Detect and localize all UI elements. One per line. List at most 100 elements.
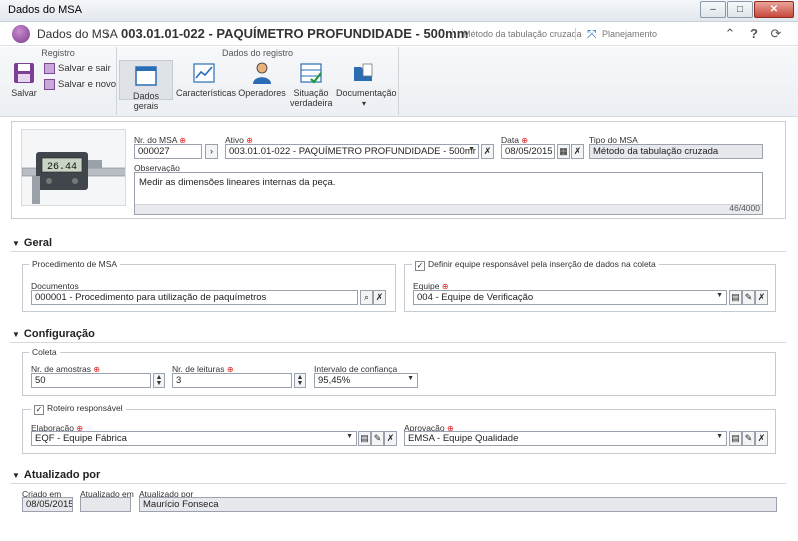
section-divider (10, 483, 786, 484)
ribbon-divider (398, 47, 399, 115)
save-new-button[interactable]: Salvar e novo (44, 79, 116, 90)
section-geral-title: Geral (23, 237, 53, 249)
elaboracao-dropdown-icon[interactable]: ▼ (346, 433, 353, 440)
equipe-checkbox-check-icon[interactable]: ✓ (415, 261, 425, 271)
planning-icon[interactable]: ⤧ (587, 27, 597, 42)
tab-operadores[interactable]: Operadores (238, 61, 286, 98)
tab-caracteristicas[interactable]: Características (176, 61, 236, 98)
intervalo-dropdown-icon[interactable]: ▼ (407, 375, 414, 382)
aprovacao-dropdown-icon[interactable]: ▼ (716, 433, 723, 440)
caliper-display-text: 26.44 (47, 162, 77, 173)
close-button[interactable]: ✕ (754, 1, 794, 18)
page-header: Dados do MSA › 003.01.01-022 - PAQUÍMETR… (0, 22, 798, 46)
equipe-view-icon[interactable]: ▤ (729, 290, 742, 305)
save-exit-icon (44, 63, 55, 74)
intervalo-select[interactable]: 95,45% ▼ (314, 373, 418, 388)
ativo-select[interactable]: 003.01.01-022 - PAQUÍMETRO PROFUNDIDADE … (225, 144, 479, 159)
next-record-button[interactable]: › (205, 144, 218, 159)
ativo-value: 003.01.01-022 - PAQUÍMETRO PROFUNDIDADE … (229, 146, 476, 157)
tab-situacao-verdadeira[interactable]: Situação verdadeira (290, 61, 333, 108)
intervalo-value: 95,45% (318, 375, 351, 386)
ribbon-group-registro: Registro (41, 48, 75, 58)
save-new-icon (44, 79, 55, 90)
calendar-icon[interactable]: ▦ (557, 144, 570, 159)
breadcrumb-chevron-icon: › (105, 25, 110, 41)
documentacao-dropdown-icon[interactable]: ▾ (362, 99, 366, 108)
section-geral-toggle[interactable]: ▼ Geral (12, 237, 52, 249)
documentos-field[interactable]: 000001 - Procedimento para utilização de… (31, 290, 358, 305)
elaboracao-view-icon[interactable]: ▤ (358, 431, 371, 446)
minimize-button[interactable]: – (700, 1, 726, 18)
header-divider (575, 28, 576, 40)
section-configuracao-toggle[interactable]: ▼ Configuração (12, 328, 95, 340)
leituras-stepper[interactable]: ▲ ▼ (294, 373, 306, 388)
documentos-search-icon[interactable]: ⌕ (360, 290, 373, 305)
tab-dados-gerais[interactable]: Dados gerais (119, 60, 173, 111)
observacao-textarea[interactable]: Medir as dimensões lineares internas da … (134, 172, 763, 215)
page-title: 003.01.01-022 - PAQUÍMETRO PROFUNDIDADE … (121, 26, 469, 41)
save-new-label: Salvar e novo (58, 79, 117, 90)
tab-documentacao[interactable]: Documentação ▾ (336, 61, 397, 108)
documentos-clear-icon[interactable]: ✗ (373, 290, 386, 305)
roteiro-checkbox-check-icon[interactable]: ✓ (34, 405, 44, 415)
ativo-dropdown-icon[interactable]: ▼ (468, 146, 475, 153)
planning-link[interactable]: Planejamento (602, 29, 657, 39)
nr-msa-field[interactable]: 000027 (134, 144, 202, 159)
save-icon (14, 63, 34, 83)
section-atualizado-toggle[interactable]: ▼ Atualizado por (12, 469, 100, 481)
refresh-icon[interactable]: ⟳ (768, 26, 784, 42)
collapse-triangle-icon: ▼ (12, 471, 20, 480)
roteiro-checkbox[interactable]: ✓ Roteiro responsável (31, 403, 126, 415)
aprovacao-select[interactable]: EMSA - Equipe Qualidade ▼ (404, 431, 727, 446)
elaboracao-select[interactable]: EQF - Equipe Fábrica ▼ (31, 431, 357, 446)
tab-caracteristicas-label: Características (176, 88, 237, 98)
section-configuracao-title: Configuração (23, 328, 95, 340)
equipe-select[interactable]: 004 - Equipe de Verificação ▼ (413, 290, 727, 305)
msa-type-label: Método da tabulação cruzada (463, 29, 582, 39)
line-chart-icon (193, 63, 215, 83)
aprovacao-value: EMSA - Equipe Qualidade (408, 433, 519, 444)
folder-icon (354, 63, 373, 81)
elaboracao-clear-icon[interactable]: ✗ (384, 431, 397, 446)
collapse-icon[interactable]: ⌃ (722, 26, 738, 42)
tab-operadores-label: Operadores (238, 88, 286, 98)
aprovacao-view-icon[interactable]: ▤ (729, 431, 742, 446)
ativo-clear-icon[interactable]: ✗ (481, 144, 494, 159)
criado-em-field: 08/05/2015 (22, 497, 73, 512)
tab-situacao-label: Situação (293, 88, 329, 98)
tipo-msa-field: Método da tabulação cruzada (589, 144, 763, 159)
roteiro-checkbox-label: Roteiro responsável (47, 403, 123, 413)
window-title: Dados do MSA (8, 4, 82, 16)
ribbon-group-dados: Dados do registro (221, 48, 294, 58)
aprovacao-edit-icon[interactable]: ✎ (742, 431, 755, 446)
section-divider (10, 342, 786, 343)
save-button[interactable]: Salvar (8, 61, 40, 98)
equipe-edit-icon[interactable]: ✎ (742, 290, 755, 305)
equipe-dropdown-icon[interactable]: ▼ (716, 292, 723, 299)
data-clear-icon[interactable]: ✗ (571, 144, 584, 159)
caliper-image: 26.44 (22, 152, 125, 204)
equipe-checkbox-label: Definir equipe responsável pela inserção… (428, 259, 656, 269)
save-exit-button[interactable]: Salvar e sair (44, 63, 111, 74)
section-divider (10, 251, 786, 252)
ribbon-toolbar: Registro Dados do registro Salvar Salvar… (0, 47, 798, 117)
leituras-field[interactable]: 3 (172, 373, 292, 388)
save-exit-label: Salvar e sair (58, 63, 111, 74)
aprovacao-clear-icon[interactable]: ✗ (755, 431, 768, 446)
tab-documentacao-label: Documentação (336, 88, 397, 98)
checklist-icon (300, 63, 322, 84)
textarea-footer (135, 204, 762, 214)
msa-app-icon (12, 25, 30, 43)
tab-verdadeira-label: verdadeira (290, 98, 333, 108)
equipe-clear-icon[interactable]: ✗ (755, 290, 768, 305)
elaboracao-edit-icon[interactable]: ✎ (371, 431, 384, 446)
collapse-triangle-icon: ▼ (12, 330, 20, 339)
equipe-checkbox[interactable]: ✓ Definir equipe responsável pela inserçã… (412, 259, 659, 271)
help-icon[interactable]: ? (746, 26, 762, 41)
amostras-field[interactable]: 50 (31, 373, 151, 388)
header-divider (452, 28, 453, 40)
save-label: Salvar (11, 88, 37, 98)
data-field[interactable]: 08/05/2015 (501, 144, 555, 159)
maximize-button[interactable]: □ (727, 1, 753, 18)
amostras-stepper[interactable]: ▲ ▼ (153, 373, 165, 388)
